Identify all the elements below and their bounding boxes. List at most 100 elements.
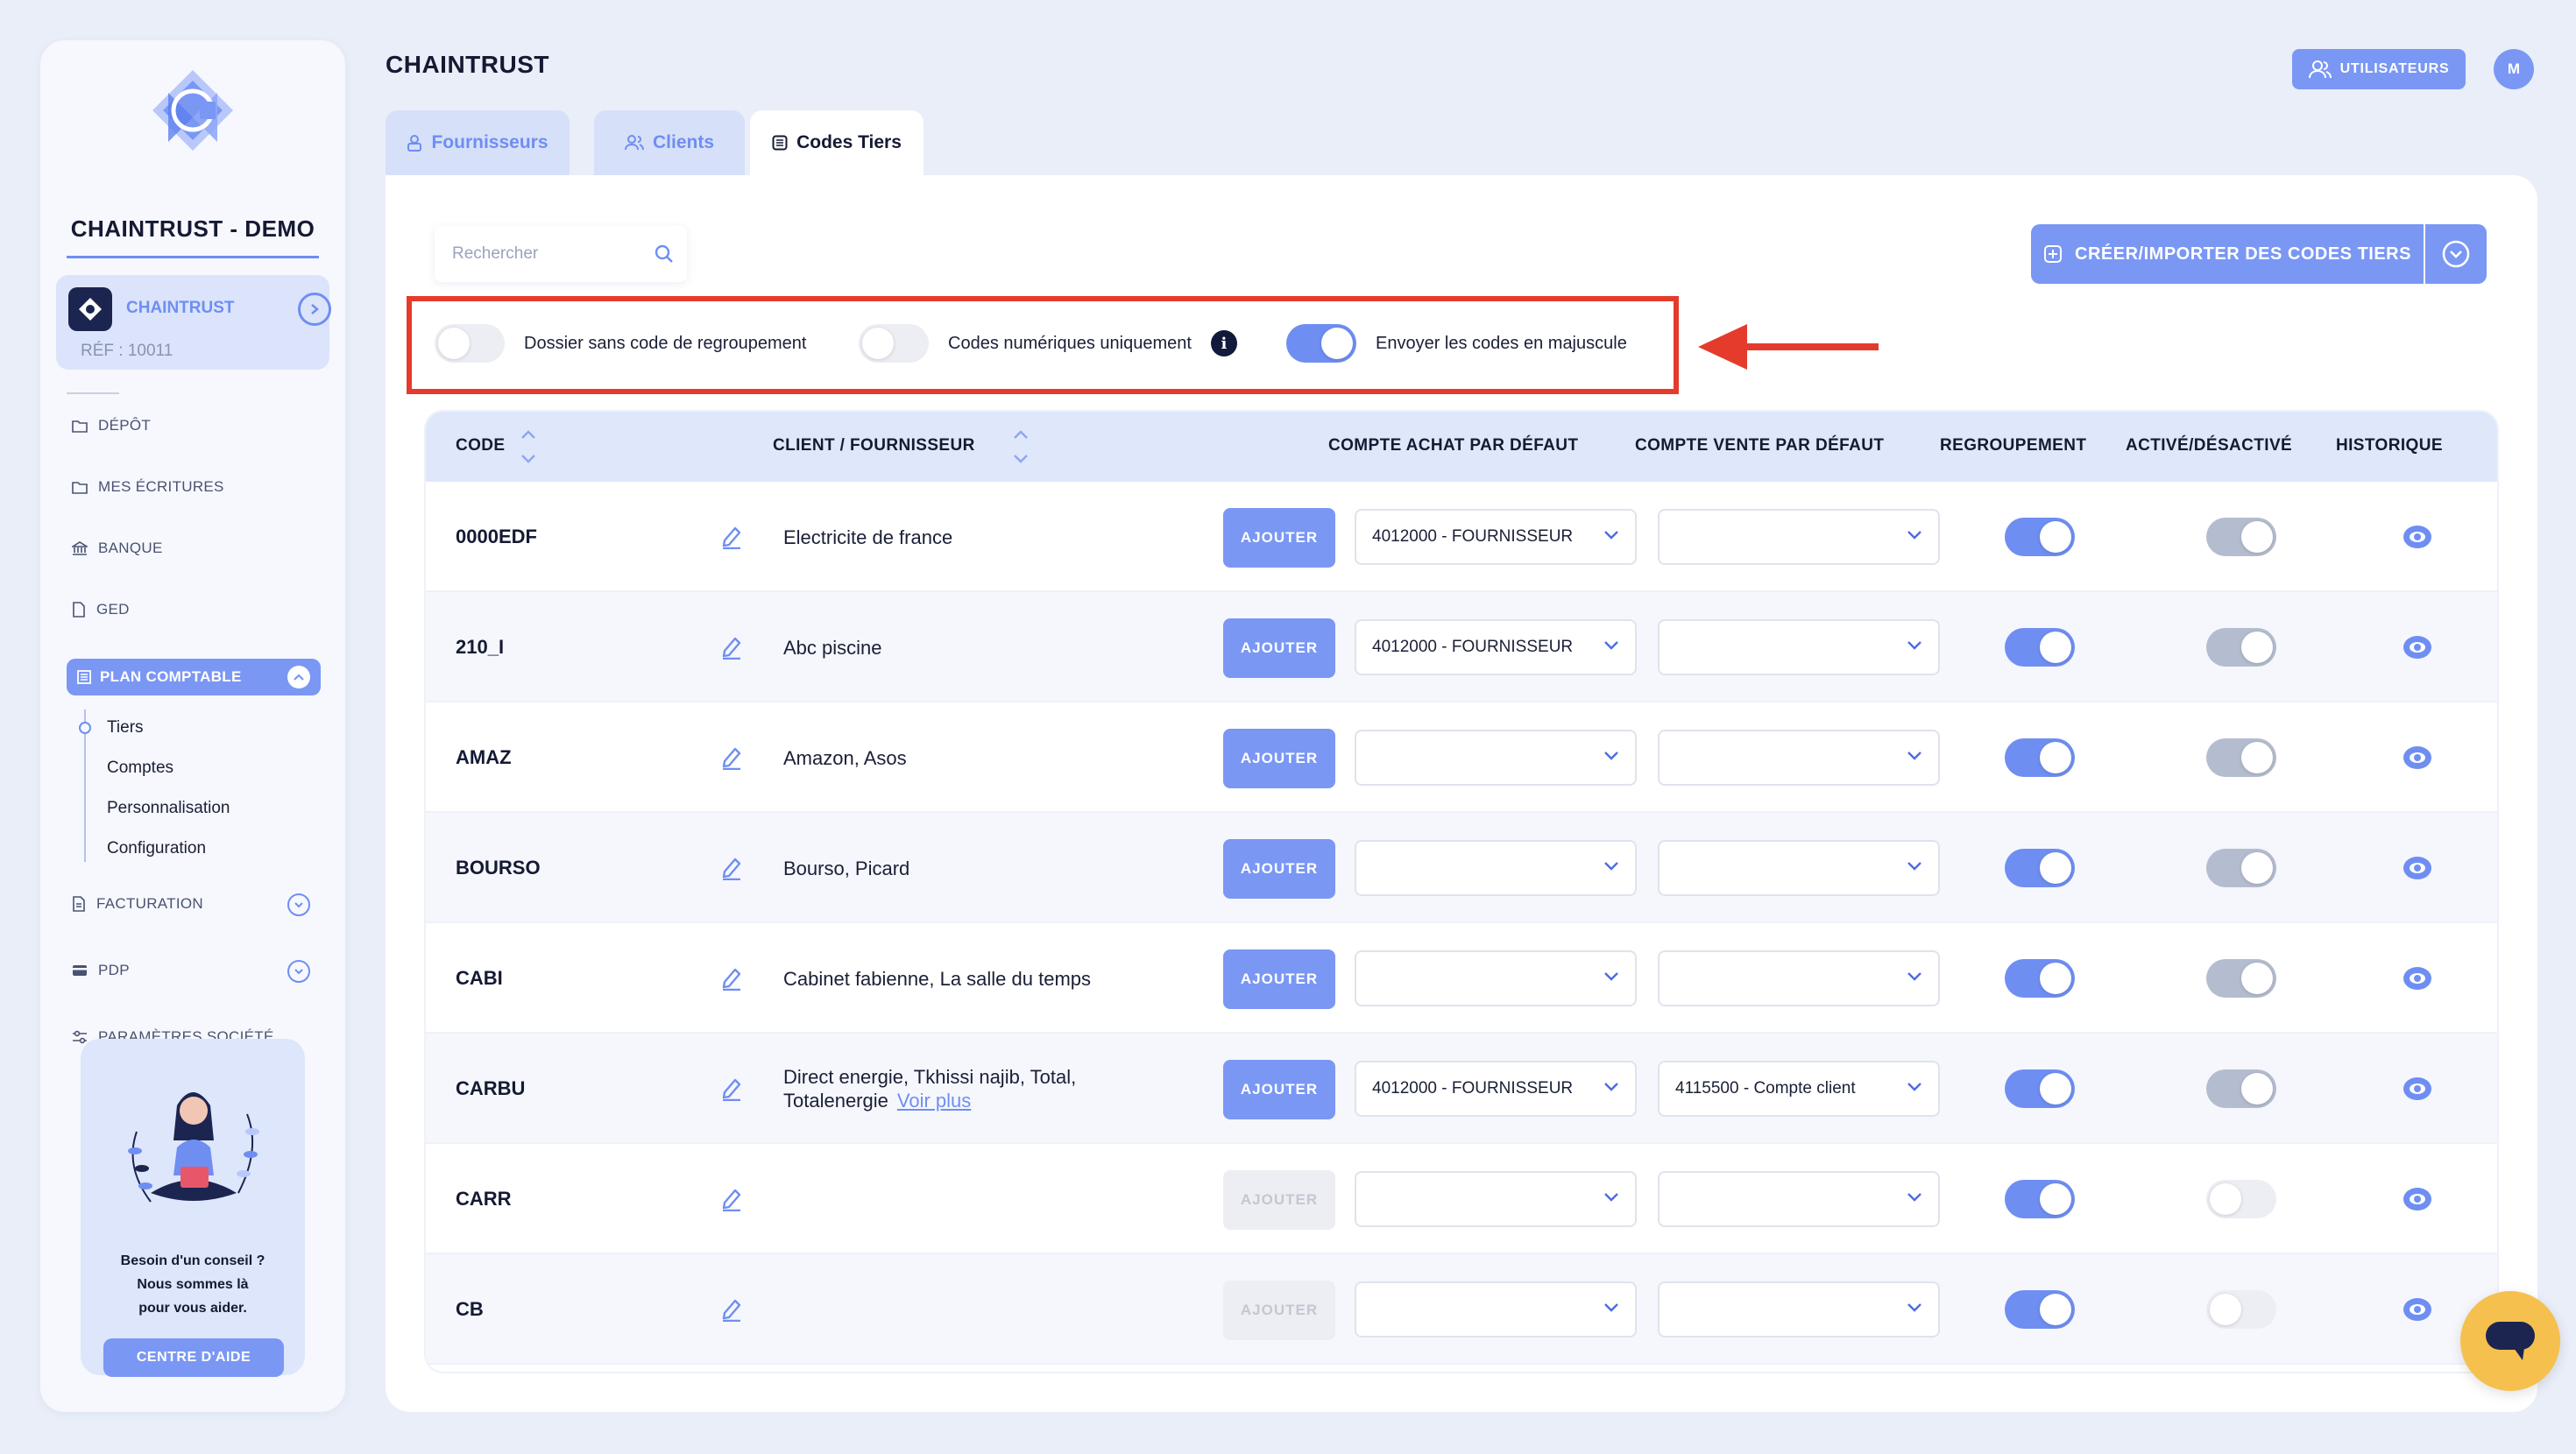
nav-item-pdp[interactable]: PDP <box>72 962 130 979</box>
compte-vente-select[interactable] <box>1658 619 1940 675</box>
nav-item-facturation[interactable]: FACTURATION <box>72 895 203 913</box>
compte-vente-select[interactable]: 4115500 - Compte client <box>1658 1061 1940 1117</box>
activation-toggle[interactable] <box>2206 1180 2276 1218</box>
search-input[interactable] <box>452 226 645 282</box>
add-button[interactable]: AJOUTER <box>1223 949 1335 1009</box>
eye-icon[interactable] <box>2403 1076 2432 1102</box>
add-button[interactable]: AJOUTER <box>1223 508 1335 568</box>
search-box[interactable] <box>435 226 687 282</box>
sort-icon[interactable] <box>1011 424 1030 469</box>
regroupement-toggle[interactable] <box>2005 849 2075 887</box>
company-card[interactable]: CHAINTRUST RÉF : 10011 <box>56 275 331 370</box>
toggle-switch[interactable] <box>435 324 505 363</box>
compte-achat-select[interactable] <box>1355 730 1637 786</box>
add-button[interactable]: AJOUTER <box>1223 618 1335 678</box>
avatar[interactable]: M <box>2494 49 2534 89</box>
regroupement-toggle[interactable] <box>2005 1069 2075 1108</box>
edit-icon[interactable] <box>720 1144 743 1254</box>
activation-toggle[interactable] <box>2206 1069 2276 1108</box>
document-icon <box>73 602 85 618</box>
option-codes-majuscule[interactable]: Envoyer les codes en majuscule <box>1286 324 1627 363</box>
regroupement-toggle[interactable] <box>2005 1180 2075 1218</box>
edit-icon[interactable] <box>720 482 743 592</box>
chevron-down-icon[interactable] <box>287 960 310 983</box>
eye-icon[interactable] <box>2403 634 2432 660</box>
add-button[interactable]: AJOUTER <box>1223 1060 1335 1119</box>
edit-icon[interactable] <box>720 592 743 702</box>
eye-icon[interactable] <box>2403 524 2432 550</box>
nav-item-depot[interactable]: DÉPÔT <box>72 417 151 434</box>
eye-icon[interactable] <box>2403 855 2432 881</box>
compte-vente-select[interactable] <box>1658 1171 1940 1227</box>
activation-toggle[interactable] <box>2206 849 2276 887</box>
chat-button[interactable] <box>2460 1291 2560 1391</box>
regroupement-toggle[interactable] <box>2005 738 2075 777</box>
eye-icon[interactable] <box>2403 965 2432 992</box>
add-button[interactable]: AJOUTER <box>1223 729 1335 788</box>
compte-vente-select[interactable] <box>1658 840 1940 896</box>
column-header-regroupement: REGROUPEMENT <box>1940 436 2087 455</box>
chevron-down-icon <box>1604 531 1618 540</box>
nav-item-banque[interactable]: BANQUE <box>72 540 163 557</box>
add-button[interactable]: AJOUTER <box>1223 839 1335 899</box>
chevron-down-icon[interactable] <box>287 893 310 916</box>
sort-icon[interactable] <box>519 424 538 469</box>
users-button[interactable]: UTILISATEURS <box>2292 49 2466 89</box>
subnav-item-comptes[interactable]: Comptes <box>107 759 173 778</box>
activation-toggle[interactable] <box>2206 518 2276 556</box>
compte-achat-select[interactable]: 4012000 - FOURNISSEUR <box>1355 1061 1637 1117</box>
edit-icon[interactable] <box>720 702 743 813</box>
compte-achat-select[interactable] <box>1355 1281 1637 1338</box>
regroupement-toggle[interactable] <box>2005 628 2075 667</box>
option-dossier-sans-regroupement[interactable]: Dossier sans code de regroupement <box>435 324 806 363</box>
page-title: CHAINTRUST <box>386 51 549 78</box>
compte-achat-select[interactable]: 4012000 - FOURNISSEUR <box>1355 509 1637 565</box>
edit-icon[interactable] <box>720 813 743 923</box>
activation-toggle[interactable] <box>2206 959 2276 998</box>
option-codes-numeriques[interactable]: Codes numériques uniquement i <box>859 324 1237 363</box>
edit-icon[interactable] <box>720 923 743 1034</box>
compte-achat-select[interactable] <box>1355 840 1637 896</box>
add-button[interactable]: AJOUTER <box>1223 1281 1335 1340</box>
edit-icon[interactable] <box>720 1254 743 1365</box>
tab-clients[interactable]: Clients <box>594 110 745 175</box>
compte-vente-select[interactable] <box>1658 950 1940 1006</box>
info-icon[interactable]: i <box>1210 330 1237 356</box>
add-button[interactable]: AJOUTER <box>1223 1170 1335 1230</box>
subnav-item-personnalisation[interactable]: Personnalisation <box>107 799 230 818</box>
compte-vente-select[interactable] <box>1658 730 1940 786</box>
sliders-icon <box>73 1030 87 1044</box>
compte-achat-select[interactable] <box>1355 1171 1637 1227</box>
regroupement-toggle[interactable] <box>2005 959 2075 998</box>
compte-achat-select[interactable] <box>1355 950 1637 1006</box>
activation-toggle[interactable] <box>2206 738 2276 777</box>
search-icon[interactable] <box>654 244 675 265</box>
nav-item-ged[interactable]: GED <box>72 601 130 618</box>
regroupement-toggle[interactable] <box>2005 518 2075 556</box>
compte-achat-select[interactable]: 4012000 - FOURNISSEUR <box>1355 619 1637 675</box>
tab-codes-tiers[interactable]: Codes Tiers <box>750 110 924 175</box>
activation-toggle[interactable] <box>2206 628 2276 667</box>
chevron-right-icon[interactable] <box>298 293 331 326</box>
activation-toggle[interactable] <box>2206 1290 2276 1329</box>
subnav-item-tiers[interactable]: Tiers <box>107 718 144 738</box>
row-tiers: Amazon, Asos <box>783 702 907 813</box>
eye-icon[interactable] <box>2403 745 2432 771</box>
regroupement-toggle[interactable] <box>2005 1290 2075 1329</box>
compte-vente-select[interactable] <box>1658 509 1940 565</box>
eye-icon[interactable] <box>2403 1186 2432 1212</box>
create-import-button[interactable]: CRÉER/IMPORTER DES CODES TIERS <box>2031 224 2424 284</box>
eye-icon[interactable] <box>2403 1296 2432 1323</box>
toggle-switch[interactable] <box>1286 324 1356 363</box>
chevron-up-icon[interactable] <box>287 666 310 688</box>
subnav-item-configuration[interactable]: Configuration <box>107 839 206 858</box>
nav-item-ecritures[interactable]: MES ÉCRITURES <box>72 478 224 496</box>
compte-vente-select[interactable] <box>1658 1281 1940 1338</box>
edit-icon[interactable] <box>720 1034 743 1144</box>
toggle-switch[interactable] <box>859 324 929 363</box>
tab-fournisseurs[interactable]: Fournisseurs <box>386 110 570 175</box>
see-more-link[interactable]: Voir plus <box>897 1090 971 1112</box>
nav-item-plan-comptable[interactable]: PLAN COMPTABLE <box>67 659 321 695</box>
help-center-button[interactable]: CENTRE D'AIDE <box>103 1338 284 1377</box>
create-dropdown-toggle[interactable] <box>2425 224 2487 284</box>
